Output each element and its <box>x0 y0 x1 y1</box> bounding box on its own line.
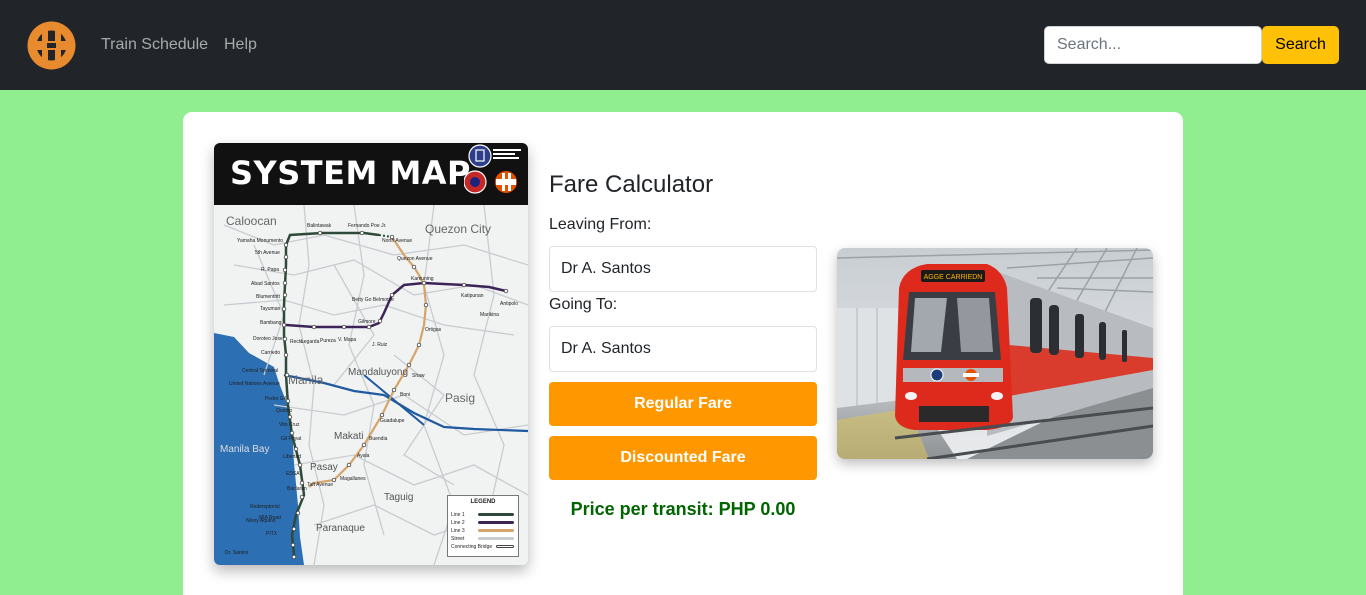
station-label: PITX <box>266 531 278 537</box>
station-label: Shaw <box>412 373 425 379</box>
regular-fare-button[interactable]: Regular Fare <box>549 382 817 426</box>
system-map-image: SYSTEM MAP Caloocan Quezon City Manila M… <box>214 143 528 565</box>
lrt-logo-icon[interactable] <box>26 20 77 71</box>
station-label: Yamaha Monumento <box>237 238 284 244</box>
system-map-title: SYSTEM MAP <box>230 154 471 192</box>
station-label: EDSA <box>286 471 300 477</box>
discounted-fare-button[interactable]: Discounted Fare <box>549 436 817 480</box>
area-label: Pasig <box>445 391 476 405</box>
station-label: J. Ruiz <box>372 342 388 348</box>
station-label: Gilmore <box>358 319 376 325</box>
train-photo: AGGE CARRIEDN <box>837 248 1153 459</box>
station-label: Marikina <box>480 312 499 318</box>
legend-label: Line 3 <box>451 528 465 534</box>
area-label: Paranaque <box>316 523 365 534</box>
station-label: Doroteo Jose <box>253 336 283 342</box>
station-label: Vito Cruz <box>279 422 300 428</box>
station-label: North Avenue <box>382 238 413 244</box>
station-label: Carriedo <box>261 350 281 356</box>
lrmc-logo-icon <box>464 144 521 194</box>
legend-title: LEGEND <box>470 499 496 505</box>
fare-calculator-title: Fare Calculator <box>549 171 714 198</box>
station-label: Legarda <box>301 339 320 345</box>
going-to-select[interactable]: Dr A. Santos <box>549 326 817 372</box>
station-label: Abad Santos <box>251 281 280 287</box>
station-label: Buendia <box>369 436 388 442</box>
station-label: Magallanes <box>340 476 366 482</box>
nav-link-help[interactable]: Help <box>224 36 257 54</box>
legend-label: Line 2 <box>451 520 465 526</box>
legend-label: Line 1 <box>451 512 465 518</box>
station-label: 5th Avenue <box>255 250 280 256</box>
station-label: Betty Go Belmonte <box>352 297 394 303</box>
station-label: Gil Puyat <box>281 436 302 442</box>
area-label: Manila <box>288 373 324 387</box>
leaving-from-select[interactable]: Dr A. Santos <box>549 246 817 292</box>
station-label: Balintawak <box>307 223 332 229</box>
station-label: Pureza <box>320 338 336 344</box>
station-label: Redemptorist <box>250 504 280 510</box>
station-label: Baclaran <box>287 486 307 492</box>
station-label: Taft Avenue <box>307 482 334 488</box>
going-to-label: Going To: <box>549 296 618 313</box>
station-label: Dr. Santos <box>225 550 249 556</box>
area-label: Mandaluyong <box>348 367 409 378</box>
station-label: R. Papa <box>261 267 280 273</box>
station-label: Central Terminal <box>242 368 279 374</box>
area-label: Caloocan <box>226 214 277 228</box>
area-label: Taguig <box>384 492 414 503</box>
station-label: Bambang <box>260 320 282 326</box>
station-label: Katipunan <box>461 293 484 299</box>
area-label: Pasay <box>310 462 338 473</box>
station-label: Libertad <box>283 454 302 460</box>
search-input[interactable] <box>1044 26 1262 64</box>
station-label: Antipolo <box>500 301 519 307</box>
station-label: MIA Road <box>259 515 281 521</box>
map-legend: LEGEND Line 1 Line 2 Line 3 Street Conne… <box>447 495 519 557</box>
navbar: Train Schedule Help Search <box>0 0 1366 90</box>
station-label: United Nations Avenue <box>229 381 280 387</box>
legend-label: Connecting Bridge <box>451 544 493 550</box>
legend-swatch <box>478 529 514 532</box>
nav-link-train-schedule[interactable]: Train Schedule <box>101 36 208 54</box>
legend-swatch <box>496 545 514 548</box>
station-label: Ayala <box>357 453 370 459</box>
train-illustration: AGGE CARRIEDN <box>837 248 1153 459</box>
station-label: Quezon Avenue <box>397 256 433 262</box>
station-label: Kamuning <box>411 276 434 282</box>
leaving-from-label: Leaving From: <box>549 216 652 233</box>
search-button[interactable]: Search <box>1262 26 1339 64</box>
area-label: Makati <box>334 431 364 442</box>
station-label: V. Mapa <box>338 337 357 343</box>
system-map-header: SYSTEM MAP <box>214 143 528 205</box>
station-label: Blumentritt <box>256 294 280 300</box>
legend-label: Street <box>451 536 465 542</box>
station-label: Quirino <box>276 408 293 414</box>
legend-swatch <box>478 537 514 540</box>
station-label: Guadalupe <box>380 418 405 424</box>
station-label: Pedro Gil <box>265 396 286 402</box>
destination-sign: AGGE CARRIEDN <box>924 274 983 281</box>
legend-swatch <box>478 521 514 524</box>
station-label: Boni <box>400 392 411 398</box>
station-label: Ortigas <box>425 327 442 333</box>
area-label: Quezon City <box>425 222 492 236</box>
station-label: Fernando Poe Jr. <box>348 223 387 229</box>
price-per-transit: Price per transit: PHP 0.00 <box>570 499 796 519</box>
station-label: Tayuman <box>260 306 281 312</box>
legend-swatch <box>478 513 514 516</box>
area-label: Manila Bay <box>220 444 270 455</box>
